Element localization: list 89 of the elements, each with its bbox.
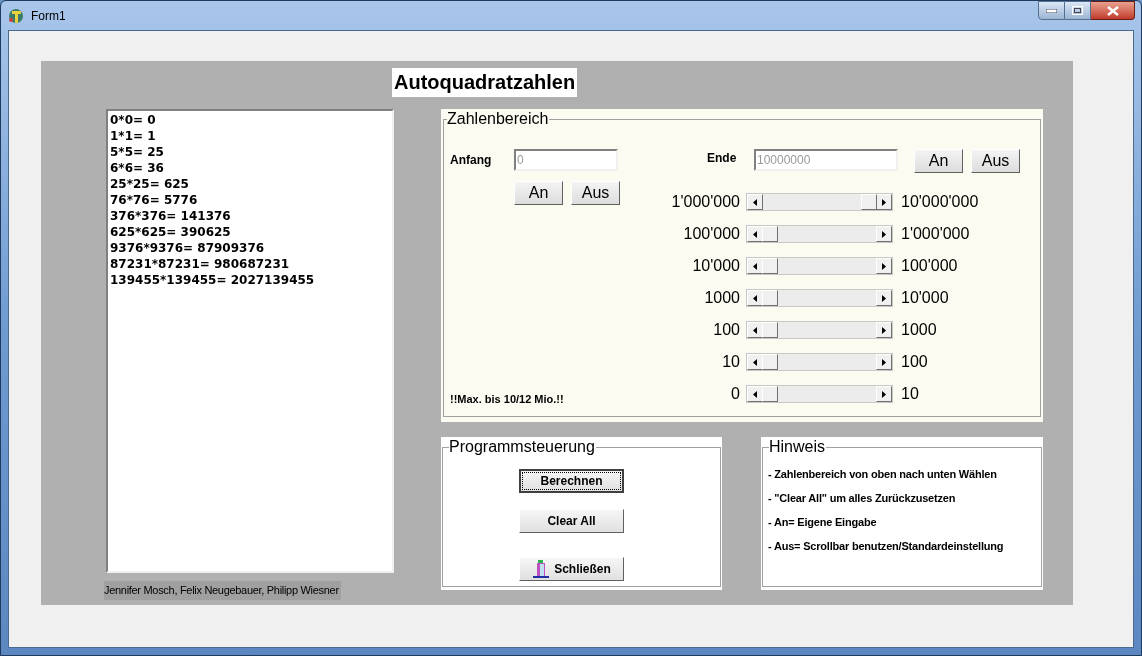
scale-label: 10 — [901, 385, 919, 403]
scrollbar[interactable] — [746, 353, 893, 371]
close-icon — [1106, 5, 1119, 16]
scroll-right-button[interactable] — [876, 226, 892, 242]
scroll-left-button[interactable] — [747, 258, 763, 274]
heading: Autoquadratzahlen — [392, 68, 578, 97]
result-line: 139455*139455= 2027139455 — [110, 272, 316, 288]
triangle-right-icon — [882, 326, 886, 334]
scroll-right-button[interactable] — [876, 290, 892, 306]
scale-label: 100'000 — [901, 257, 958, 275]
scrollbar[interactable] — [746, 289, 893, 307]
scroll-thumb[interactable] — [762, 258, 779, 274]
scroll-thumb[interactable] — [762, 322, 779, 338]
scale-label: 10'000 — [691, 257, 741, 275]
triangle-left-icon — [753, 358, 757, 366]
scrollbar[interactable] — [746, 193, 893, 211]
action-button[interactable]: Berechnen — [519, 469, 624, 493]
result-line: 376*376= 141376 — [110, 208, 232, 224]
scrollbar[interactable] — [746, 385, 893, 403]
credits-text: Jennifer Mosch, Felix Neugebauer, Philipp Wiesner — [104, 581, 341, 600]
scale-label: 0 — [730, 385, 741, 403]
frame-title: Programmsteuerung — [449, 437, 596, 457]
door-icon — [532, 560, 551, 578]
scroll-right-button[interactable] — [876, 354, 892, 370]
result-line: 1*1= 1 — [110, 128, 157, 144]
scroll-right-button[interactable] — [876, 322, 892, 338]
scroll-right-button[interactable] — [876, 386, 892, 402]
scale-label: 1'000'000 — [670, 193, 741, 211]
triangle-left-icon — [753, 262, 757, 270]
scroll-thumb[interactable] — [762, 290, 779, 306]
result-line: 0*0= 0 — [110, 112, 157, 128]
result-line: 625*625= 390625 — [110, 224, 232, 240]
note-text: !!Max. bis 10/12 Mio.!! — [450, 392, 565, 406]
hint-text: - Zahlenbereich von oben nach unten Wählen — [768, 467, 998, 481]
triangle-left-icon — [753, 198, 757, 206]
field-label: Ende — [707, 150, 738, 166]
scale-label: 1000 — [703, 289, 741, 307]
action-button[interactable]: Clear All — [519, 509, 624, 533]
scale-label: 10 — [721, 353, 741, 371]
result-line: 87231*87231= 980687231 — [110, 256, 291, 272]
triangle-left-icon — [753, 390, 757, 398]
scroll-left-button[interactable] — [747, 194, 763, 210]
triangle-right-icon — [882, 230, 886, 238]
scroll-left-button[interactable] — [747, 290, 763, 306]
hint-text: - An= Eigene Eingabe — [768, 515, 878, 529]
app-icon — [7, 6, 25, 25]
scale-label: 100 — [712, 321, 741, 339]
scroll-thumb[interactable] — [762, 354, 779, 370]
scroll-left-button[interactable] — [747, 322, 763, 338]
scroll-thumb[interactable] — [762, 226, 779, 242]
action-button[interactable]: Schließen — [519, 557, 624, 581]
triangle-left-icon — [753, 294, 757, 302]
scale-label: 100 — [901, 353, 928, 371]
hint-text: - Aus= Scrollbar benutzen/Standardeinstellung — [768, 539, 1005, 553]
scale-label: 1000 — [901, 321, 937, 339]
scale-label: 10'000 — [901, 289, 949, 307]
scroll-left-button[interactable] — [747, 226, 763, 242]
minimize-icon — [1046, 8, 1057, 13]
scroll-thumb[interactable] — [762, 386, 779, 402]
close-button[interactable] — [1091, 1, 1135, 20]
result-line: 76*76= 5776 — [110, 192, 199, 208]
hint-text: - "Clear All" um alles Zurückzusetzen — [768, 491, 957, 505]
scroll-right-button[interactable] — [876, 258, 892, 274]
triangle-right-icon — [882, 198, 886, 206]
scale-label: 1'000'000 — [901, 225, 970, 243]
scrollbar[interactable] — [746, 225, 893, 243]
minimize-button[interactable] — [1038, 1, 1065, 20]
triangle-right-icon — [882, 358, 886, 366]
result-line: 6*6= 36 — [110, 160, 165, 176]
triangle-left-icon — [753, 326, 757, 334]
window-title: Form1 — [31, 7, 66, 25]
maximize-button[interactable] — [1065, 1, 1091, 20]
triangle-right-icon — [882, 390, 886, 398]
triangle-left-icon — [753, 230, 757, 238]
scrollbar[interactable] — [746, 321, 893, 339]
result-line: 25*25= 625 — [110, 176, 190, 192]
results-list[interactable]: 0*0= 0 1*1= 1 5*5= 25 6*6= 36 25*25= 625 76*76= 5776 376*376= 141376 625*625= 390625 9376*9376= 87909376 87231*87231= 980687231 139455*139455= 2027139455 — [106, 109, 394, 573]
triangle-right-icon — [882, 262, 886, 270]
scroll-left-button[interactable] — [747, 386, 763, 402]
result-line: 5*5= 25 — [110, 144, 165, 160]
scale-label: 10'000'000 — [901, 193, 979, 211]
result-line: 9376*9376= 87909376 — [110, 240, 266, 256]
field-label: Anfang — [450, 152, 493, 168]
maximize-icon — [1072, 6, 1083, 15]
scroll-thumb[interactable] — [860, 194, 877, 210]
scrollbar[interactable] — [746, 257, 893, 275]
triangle-right-icon — [882, 294, 886, 302]
scale-label: 100'000 — [682, 225, 741, 243]
scroll-left-button[interactable] — [747, 354, 763, 370]
